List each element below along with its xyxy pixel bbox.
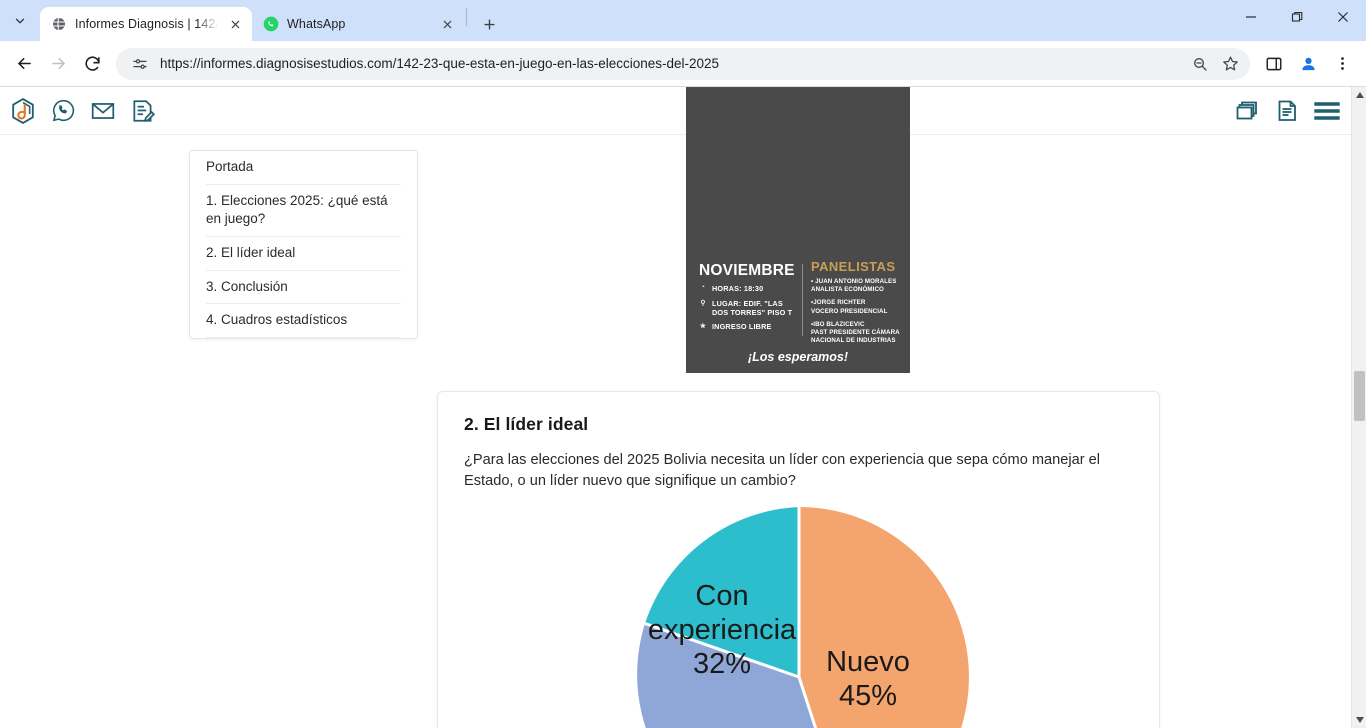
panelist-name: •IBO BLAZICEVIC xyxy=(811,320,865,328)
site-header-right xyxy=(1234,87,1340,135)
zoom-out-icon[interactable] xyxy=(1190,54,1210,74)
site-header-left xyxy=(8,96,158,126)
poster-detail-text: LUGAR: EDIF. "LAS DOS TORRES" PISO T xyxy=(712,298,793,317)
tab-title: Informes Diagnosis | 142/23 ¿Q xyxy=(75,17,218,31)
table-of-contents: Portada 1. Elecciones 2025: ¿qué está en… xyxy=(189,150,418,339)
pie-label-con-experiencia-value: 32% xyxy=(692,648,750,680)
toolbar-right-actions xyxy=(1258,48,1358,80)
tab-whatsapp[interactable]: WhatsApp xyxy=(252,7,464,41)
window-controls xyxy=(1228,0,1366,41)
poster-detail-text: INGRESO LIBRE xyxy=(712,322,772,332)
browser-toolbar: https://informes.diagnosisestudios.com/1… xyxy=(0,41,1366,86)
browser-window: Informes Diagnosis | 142/23 ¿Q WhatsApp xyxy=(0,0,1366,728)
panelist-role: ANALISTA ECONÓMICO xyxy=(811,286,884,294)
pie-label-con-experiencia-line2: experiencia xyxy=(647,614,796,646)
location-pin-icon: ⚲ xyxy=(700,299,706,307)
tab-search-container xyxy=(0,0,40,41)
tab-divider xyxy=(466,7,467,26)
site-header xyxy=(0,87,1366,135)
pie-label-nuevo-name: Nuevo xyxy=(826,646,910,678)
tune-icon[interactable] xyxy=(130,54,150,74)
layers-icon[interactable] xyxy=(1234,98,1260,124)
section-title: 2. El líder ideal xyxy=(464,414,589,434)
three-dot-menu-icon[interactable] xyxy=(1326,48,1358,80)
poster-footer-text: ¡Los esperamos! xyxy=(747,350,849,364)
pie-chart: Nuevo 45% Con experiencia 32% NS/NR 23% xyxy=(636,506,969,728)
forward-button[interactable] xyxy=(42,48,74,80)
subscribe-icon[interactable] xyxy=(128,96,158,126)
poster-columns: NOVIEMBRE ◔ HORAS: 18:30 ⚲ LUGAR: EDIF. … xyxy=(686,258,910,344)
pie-label-con-experiencia-line1: Con xyxy=(695,580,748,612)
email-icon[interactable] xyxy=(88,96,118,126)
back-button[interactable] xyxy=(8,48,40,80)
hamburger-menu-icon[interactable] xyxy=(1314,98,1340,124)
toc-item-cuadros-estadisticos[interactable]: 4. Cuadros estadísticos xyxy=(206,304,401,338)
close-window-button[interactable] xyxy=(1320,0,1366,34)
poster-detail-entry: ★ INGRESO LIBRE xyxy=(699,322,796,331)
survey-question: ¿Para las elecciones del 2025 Bolivia ne… xyxy=(464,452,1101,490)
tab-strip: Informes Diagnosis | 142/23 ¿Q WhatsApp xyxy=(0,0,1366,41)
poster-detail-hours: ◔ HORAS: 18:30 xyxy=(699,284,796,293)
page-content: Portada 1. Elecciones 2025: ¿qué está en… xyxy=(0,87,1366,728)
minimize-button[interactable] xyxy=(1228,0,1274,34)
tab-close-icon[interactable] xyxy=(226,15,244,33)
whatsapp-icon xyxy=(263,16,279,32)
scrollbar-down-arrow[interactable] xyxy=(1352,712,1366,728)
star-icon[interactable] xyxy=(1220,54,1240,74)
panelist-role: VOCERO PRESIDENCIAL xyxy=(811,307,888,315)
poster-detail-text: HORAS: 18:30 xyxy=(712,284,764,294)
toc-item-elecciones-2025[interactable]: 1. Elecciones 2025: ¿qué está en juego? xyxy=(206,185,401,237)
poster-panelist: •IBO BLAZICEVIC PAST PRESIDENTE CÁMARA N… xyxy=(811,321,904,346)
scrollbar-up-arrow[interactable] xyxy=(1352,87,1366,103)
poster-divider xyxy=(802,264,803,336)
tab-title: WhatsApp xyxy=(287,17,346,31)
globe-icon xyxy=(53,17,65,31)
poster-content: NOVIEMBRE ◔ HORAS: 18:30 ⚲ LUGAR: EDIF. … xyxy=(686,258,910,373)
poster-panelists-title: PANELISTAS xyxy=(811,259,896,274)
tab-search-icon[interactable] xyxy=(6,7,34,35)
reload-button[interactable] xyxy=(76,48,108,80)
poster-panelist: • JUAN ANTONIO MORALES ANALISTA ECONÓMIC… xyxy=(811,278,904,294)
tab-close-icon[interactable] xyxy=(438,15,456,33)
page-scrollbar[interactable] xyxy=(1351,87,1366,728)
maximize-button[interactable] xyxy=(1274,0,1320,34)
star-icon: ★ xyxy=(699,323,707,331)
toc-item-lider-ideal[interactable]: 2. El líder ideal xyxy=(206,237,401,271)
poster-event-details: NOVIEMBRE ◔ HORAS: 18:30 ⚲ LUGAR: EDIF. … xyxy=(686,258,802,344)
poster-month: NOVIEMBRE xyxy=(699,262,795,279)
page-viewport: Portada 1. Elecciones 2025: ¿qué está en… xyxy=(0,87,1366,728)
panelist-name: • JUAN ANTONIO MORALES xyxy=(811,278,897,285)
profile-avatar-icon[interactable] xyxy=(1292,48,1324,80)
clock-icon: ◔ xyxy=(700,284,706,292)
scrollbar-thumb[interactable] xyxy=(1354,371,1365,422)
pie-chart-container: Nuevo 45% Con experiencia 32% NS/NR 23% xyxy=(464,505,1133,728)
new-tab-button[interactable] xyxy=(475,10,503,38)
article-section-card: 2. El líder ideal ¿Para las elecciones d… xyxy=(437,391,1160,728)
panelist-role: PAST PRESIDENTE CÁMARA NACIONAL DE INDUS… xyxy=(811,328,900,345)
document-icon[interactable] xyxy=(1274,98,1300,124)
url-text[interactable]: https://informes.diagnosisestudios.com/1… xyxy=(160,56,1180,71)
poster-panelists: PANELISTAS • JUAN ANTONIO MORALES ANALIS… xyxy=(809,258,910,344)
side-panel-icon[interactable] xyxy=(1258,48,1290,80)
poster-detail-location: ⚲ LUGAR: EDIF. "LAS DOS TORRES" PISO T xyxy=(699,299,796,318)
toc-item-conclusion[interactable]: 3. Conclusión xyxy=(206,271,401,305)
event-poster-image: NOVIEMBRE ◔ HORAS: 18:30 ⚲ LUGAR: EDIF. … xyxy=(686,87,910,373)
toc-item-portada[interactable]: Portada xyxy=(206,151,401,185)
tab-informes-diagnosis[interactable]: Informes Diagnosis | 142/23 ¿Q xyxy=(40,7,252,41)
poster-panelist: •JORGE RICHTER VOCERO PRESIDENCIAL xyxy=(811,299,904,315)
pie-label-nuevo-value: 45% xyxy=(838,680,896,712)
whatsapp-icon[interactable] xyxy=(48,96,78,126)
diagnosis-hexagon-logo[interactable] xyxy=(8,96,38,126)
address-bar[interactable]: https://informes.diagnosisestudios.com/1… xyxy=(116,47,1250,80)
panelist-name: •JORGE RICHTER xyxy=(811,299,866,307)
